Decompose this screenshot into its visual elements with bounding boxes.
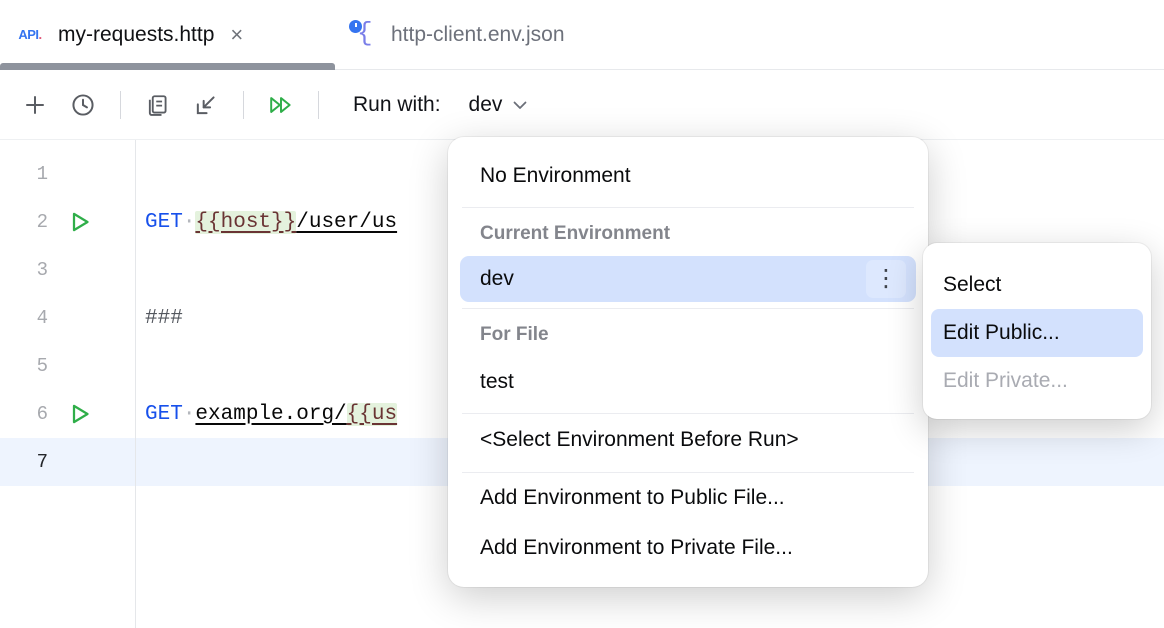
toolbar-separator xyxy=(243,91,244,119)
code-text: GET·example.org/{{us xyxy=(135,403,397,426)
editor-tab-bar: API. my-requests.http × { http-client.en… xyxy=(0,0,1164,70)
copy-icon xyxy=(144,91,172,119)
environment-popup: No Environment Current Environment dev ⋮… xyxy=(448,137,928,587)
submenu-item-edit-public[interactable]: Edit Public... xyxy=(931,309,1143,357)
code-text: GET·{{host}}/user/us xyxy=(135,211,397,234)
line-number: 2 xyxy=(0,211,48,233)
tab-my-requests-http[interactable]: API. my-requests.http × xyxy=(0,0,335,69)
env-more-actions-button[interactable]: ⋮ xyxy=(866,260,906,298)
tab-http-client-env-json[interactable]: { http-client.env.json xyxy=(335,0,591,69)
submenu-item-select[interactable]: Select xyxy=(931,261,1143,309)
kebab-menu-icon: ⋮ xyxy=(874,267,898,291)
close-tab-icon[interactable]: × xyxy=(230,24,243,46)
line-number: 1 xyxy=(0,163,48,185)
request-separator: ### xyxy=(135,307,183,330)
ide-window: API. my-requests.http × { http-client.en… xyxy=(0,0,1164,628)
menu-item-dev-selected[interactable]: dev ⋮ xyxy=(460,256,916,302)
menu-separator xyxy=(462,207,914,208)
http-file-icon: API. xyxy=(14,27,46,42)
menu-item-no-environment[interactable]: No Environment xyxy=(448,151,928,201)
line-number: 7 xyxy=(0,451,48,473)
selected-env-label: dev xyxy=(480,267,514,291)
line-number: 3 xyxy=(0,259,48,281)
environment-selector-value: dev xyxy=(469,93,503,117)
run-all-icon xyxy=(266,91,296,119)
env-file-icon: { xyxy=(349,18,379,52)
toolbar-separator xyxy=(120,91,121,119)
run-request-icon[interactable] xyxy=(68,402,92,426)
current-environment-header: Current Environment xyxy=(448,212,928,256)
run-with-label: Run with: xyxy=(353,93,441,117)
line-number: 6 xyxy=(0,403,48,425)
menu-item-add-private-env[interactable]: Add Environment to Private File... xyxy=(448,523,928,573)
clock-icon xyxy=(69,91,97,119)
import-arrow-icon xyxy=(192,91,220,119)
convert-curl-button[interactable] xyxy=(185,84,227,126)
line-number: 4 xyxy=(0,307,48,329)
submenu-item-edit-private-disabled: Edit Private... xyxy=(931,357,1143,405)
chevron-down-icon xyxy=(512,99,528,111)
gutter-divider xyxy=(135,140,136,628)
copy-request-button[interactable] xyxy=(137,84,179,126)
env-variable: {{host}} xyxy=(195,211,296,234)
environment-selector[interactable]: dev xyxy=(469,93,529,117)
for-file-header: For File xyxy=(448,313,928,357)
env-variable: {{us xyxy=(347,403,397,426)
environment-context-submenu: Select Edit Public... Edit Private... xyxy=(923,243,1151,419)
http-client-toolbar: Run with: dev xyxy=(0,70,1164,140)
toolbar-separator xyxy=(318,91,319,119)
menu-item-select-before-run[interactable]: <Select Environment Before Run> xyxy=(448,414,928,466)
add-request-button[interactable] xyxy=(14,84,56,126)
plus-icon xyxy=(21,91,49,119)
tab-label: http-client.env.json xyxy=(391,23,565,47)
run-request-icon[interactable] xyxy=(68,210,92,234)
show-history-button[interactable] xyxy=(62,84,104,126)
run-all-requests-button[interactable] xyxy=(260,84,302,126)
menu-separator xyxy=(462,308,914,309)
line-number: 5 xyxy=(0,355,48,377)
menu-item-test-env[interactable]: test xyxy=(448,357,928,407)
menu-item-add-public-env[interactable]: Add Environment to Public File... xyxy=(448,473,928,523)
tab-label: my-requests.http xyxy=(58,23,214,47)
